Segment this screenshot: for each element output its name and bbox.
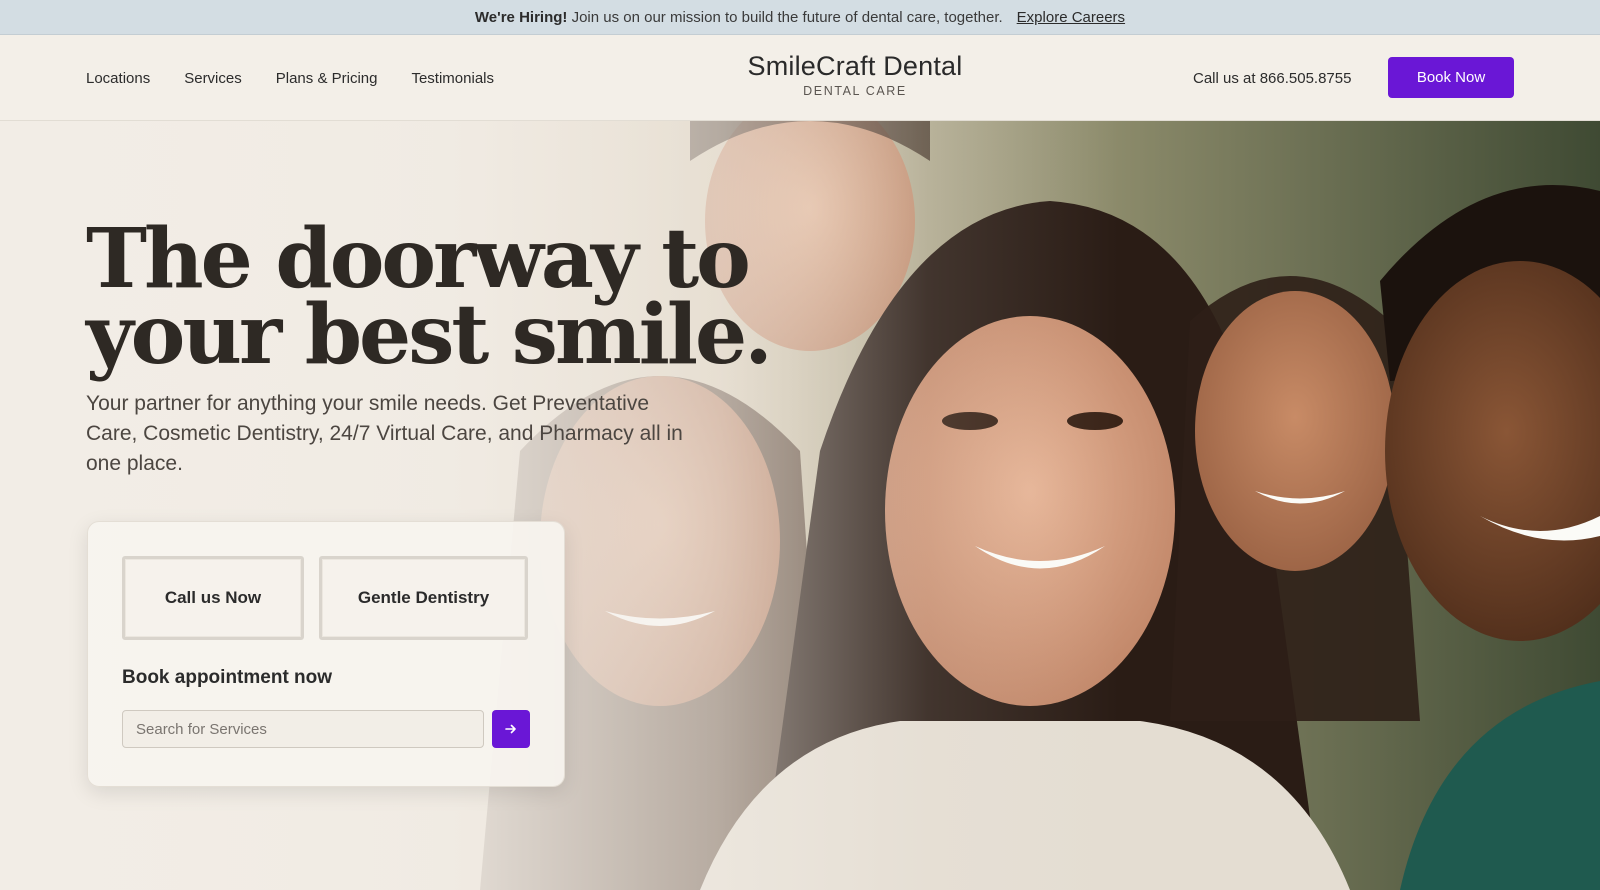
booking-card-title: Book appointment now xyxy=(122,667,333,688)
hero-section: The doorway to your best smile. Your par… xyxy=(0,121,1600,890)
booking-card: Call us Now Gentle Dentistry Book appoin… xyxy=(87,521,565,787)
nav-item-plans-pricing[interactable]: Plans & Pricing xyxy=(276,70,378,87)
phone-number[interactable]: Call us at 866.505.8755 xyxy=(1193,35,1351,121)
call-us-now-button[interactable]: Call us Now xyxy=(122,556,304,640)
announcement-lead: We're Hiring! xyxy=(474,8,568,26)
announcement-message: Join us on our mission to build the futu… xyxy=(571,8,1003,26)
hero-headline: The doorway to your best smile. xyxy=(86,211,773,383)
nav-item-testimonials[interactable]: Testimonials xyxy=(411,70,494,87)
site-header: Locations Services Plans & Pricing Testi… xyxy=(0,35,1600,121)
search-services-input[interactable] xyxy=(122,710,484,748)
announcement-bar: We're Hiring! Join us on our mission to … xyxy=(0,0,1600,35)
announcement-text: We're Hiring! Join us on our mission to … xyxy=(475,9,1003,26)
nav-item-locations[interactable]: Locations xyxy=(86,70,150,87)
book-now-button[interactable]: Book Now xyxy=(1388,57,1514,98)
main-nav: Locations Services Plans & Pricing Testi… xyxy=(86,35,494,121)
arrow-right-icon xyxy=(505,724,516,734)
gentle-dentistry-button[interactable]: Gentle Dentistry xyxy=(319,556,528,640)
hero-subcopy: Your partner for anything your smile nee… xyxy=(86,392,683,475)
search-submit-button[interactable] xyxy=(492,710,530,748)
explore-careers-link[interactable]: Explore Careers xyxy=(1017,9,1125,26)
nav-item-services[interactable]: Services xyxy=(184,70,242,87)
